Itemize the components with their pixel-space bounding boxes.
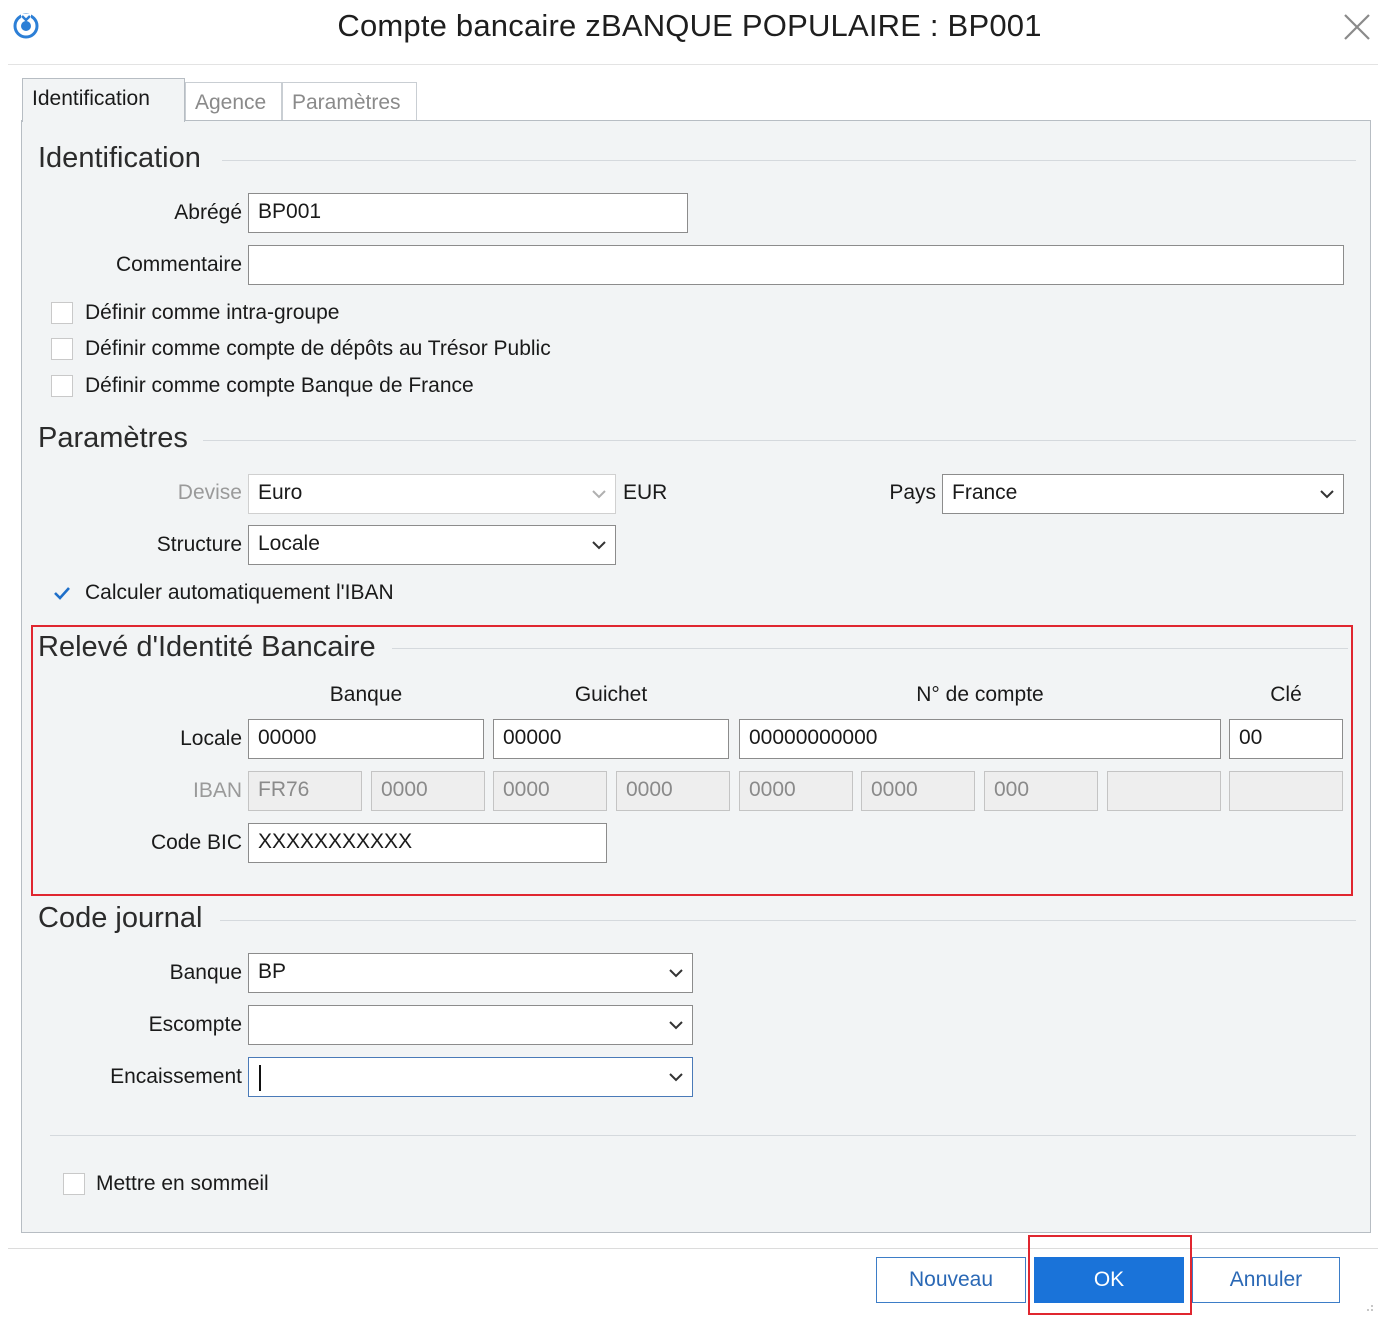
section-title-rib: Relevé d'Identité Bancaire — [38, 631, 376, 663]
section-divider — [220, 920, 1356, 921]
resize-grip-icon[interactable] — [1362, 1300, 1374, 1312]
devise-label: Devise — [177, 481, 242, 504]
col-banque-header: Banque — [329, 683, 403, 706]
banque-de-france-checkbox[interactable] — [51, 375, 73, 397]
chevron-down-icon — [1320, 490, 1334, 499]
rib-cle-input[interactable]: 00 — [1229, 719, 1343, 759]
title-divider — [8, 64, 1378, 65]
abrege-input[interactable]: BP001 — [248, 193, 688, 233]
iban-part: FR76 — [248, 771, 362, 811]
structure-value: Locale — [258, 532, 320, 555]
iban-part: 0000 — [493, 771, 607, 811]
devise-select[interactable]: Euro — [248, 474, 616, 514]
iban-part: 0000 — [739, 771, 853, 811]
pays-value: France — [952, 481, 1018, 504]
tresor-public-label: Définir comme compte de dépôts au Trésor… — [85, 337, 551, 360]
iban-label: IBAN — [192, 779, 242, 802]
commentaire-input[interactable] — [248, 245, 1344, 285]
journal-banque-value: BP — [258, 960, 287, 983]
commentaire-label: Commentaire — [115, 253, 242, 276]
journal-banque-label: Banque — [169, 961, 242, 984]
banque-de-france-label: Définir comme compte Banque de France — [85, 374, 474, 397]
encaissement-select[interactable] — [248, 1057, 693, 1097]
section-divider — [222, 160, 1356, 161]
tab-agence[interactable]: Agence — [185, 82, 282, 122]
section-divider — [392, 648, 1348, 649]
structure-label: Structure — [156, 533, 242, 556]
encaissement-label: Encaissement — [110, 1065, 242, 1088]
auto-iban-label: Calculer automatiquement l'IBAN — [85, 581, 394, 604]
rib-banque-input[interactable]: 00000 — [248, 719, 484, 759]
window-title: Compte bancaire zBANQUE POPULAIRE : BP00… — [337, 8, 1042, 43]
close-icon[interactable] — [1340, 10, 1374, 44]
bottom-divider — [50, 1135, 1356, 1136]
pays-select[interactable]: France — [942, 474, 1344, 514]
chevron-down-icon — [592, 490, 606, 499]
tab-parametres[interactable]: Paramètres — [282, 82, 417, 122]
devise-value: Euro — [258, 481, 303, 504]
locale-label: Locale — [180, 727, 242, 750]
annuler-button[interactable]: Annuler — [1192, 1257, 1340, 1303]
section-title-journal: Code journal — [38, 902, 203, 934]
structure-select[interactable]: Locale — [248, 525, 616, 565]
chevron-down-icon — [669, 969, 683, 978]
rib-compte-input[interactable]: 00000000000 — [739, 719, 1221, 759]
devise-code: EUR — [623, 481, 668, 504]
intra-groupe-checkbox[interactable] — [51, 302, 73, 324]
iban-part: 0000 — [371, 771, 485, 811]
rib-guichet-input[interactable]: 00000 — [493, 719, 729, 759]
chevron-down-icon — [592, 541, 606, 550]
nouveau-button[interactable]: Nouveau — [876, 1257, 1026, 1303]
chevron-down-icon — [669, 1073, 683, 1082]
abrege-label: Abrégé — [174, 201, 242, 224]
iban-part — [1229, 771, 1343, 811]
col-cle-header: Clé — [1270, 683, 1302, 706]
sommeil-checkbox[interactable] — [63, 1173, 85, 1195]
ok-highlight-box — [1028, 1235, 1192, 1315]
sommeil-label: Mettre en sommeil — [96, 1172, 269, 1195]
iban-part: 0000 — [616, 771, 730, 811]
intra-groupe-label: Définir comme intra-groupe — [85, 301, 340, 324]
iban-part — [1107, 771, 1221, 811]
col-compte-header: N° de compte — [916, 683, 1044, 706]
rib-highlight-box — [31, 625, 1353, 896]
tab-identification[interactable]: Identification — [22, 78, 185, 122]
bic-label: Code BIC — [150, 831, 242, 854]
text-cursor — [259, 1065, 261, 1091]
iban-part: 0000 — [861, 771, 975, 811]
iban-part: 000 — [984, 771, 1098, 811]
section-title-parametres: Paramètres — [38, 422, 188, 454]
section-divider — [203, 440, 1356, 441]
col-guichet-header: Guichet — [574, 683, 648, 706]
escompte-select[interactable] — [248, 1005, 693, 1045]
chevron-down-icon — [669, 1021, 683, 1030]
journal-banque-select[interactable]: BP — [248, 953, 693, 993]
tresor-public-checkbox[interactable] — [51, 338, 73, 360]
escompte-label: Escompte — [148, 1013, 242, 1036]
pays-label: Pays — [889, 481, 936, 504]
bic-input[interactable]: XXXXXXXXXXX — [248, 823, 607, 863]
auto-iban-checkbox[interactable] — [51, 582, 73, 604]
section-title-identification: Identification — [38, 142, 201, 174]
